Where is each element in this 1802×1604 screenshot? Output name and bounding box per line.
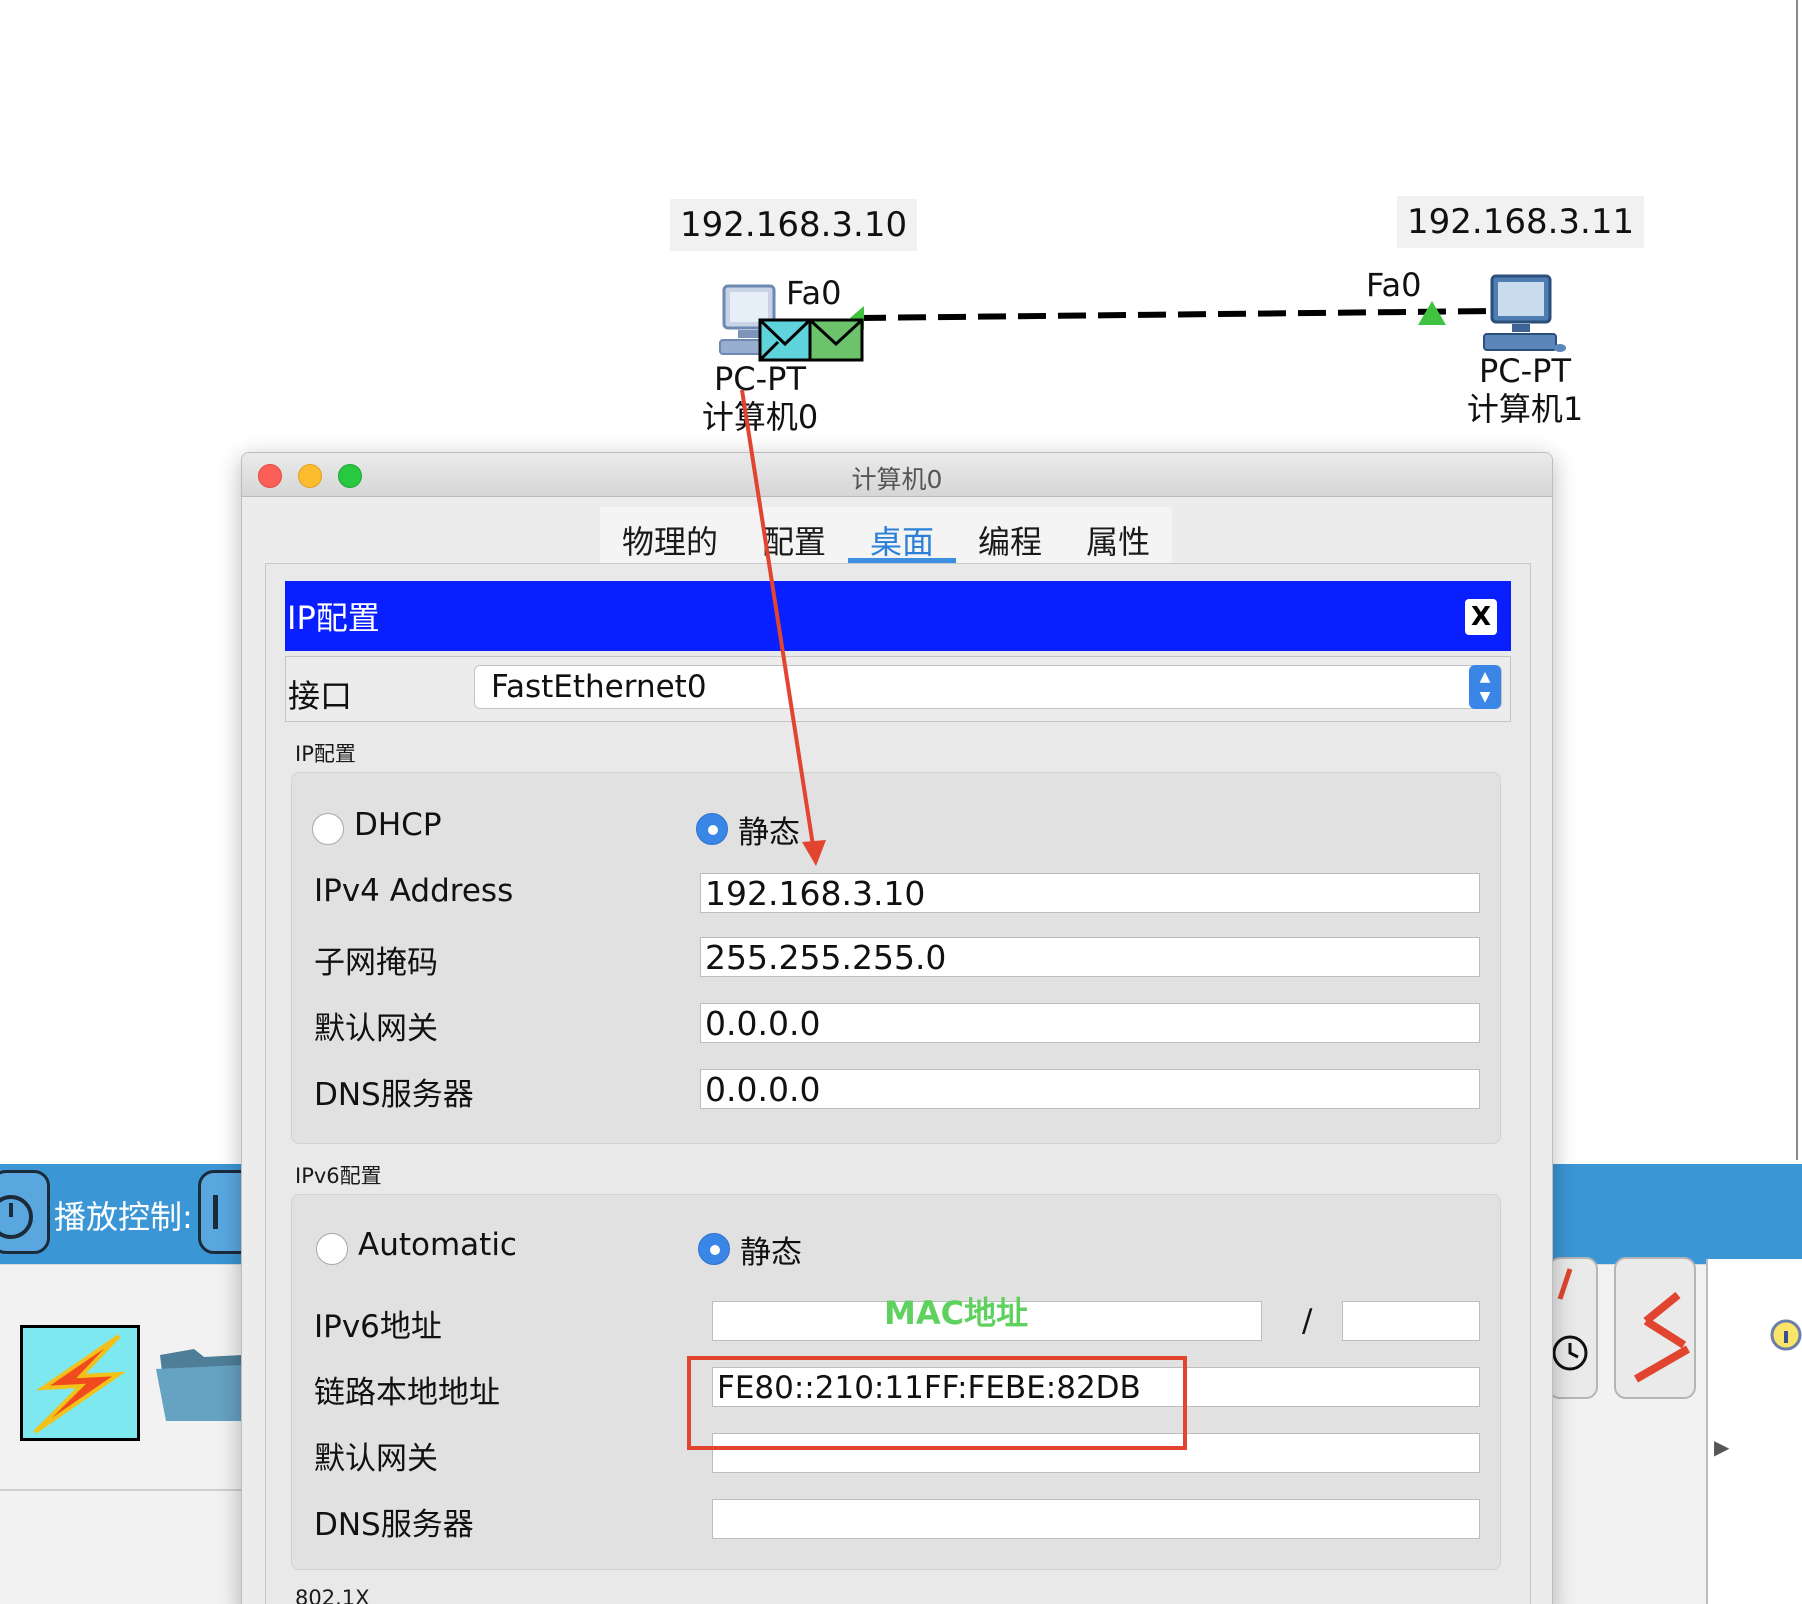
annotation-arrow bbox=[740, 389, 816, 853]
annotation-arrowhead bbox=[802, 840, 826, 866]
link-local-highlight-box bbox=[687, 1356, 1187, 1450]
mac-address-annotation: MAC地址 bbox=[884, 1294, 1029, 1332]
